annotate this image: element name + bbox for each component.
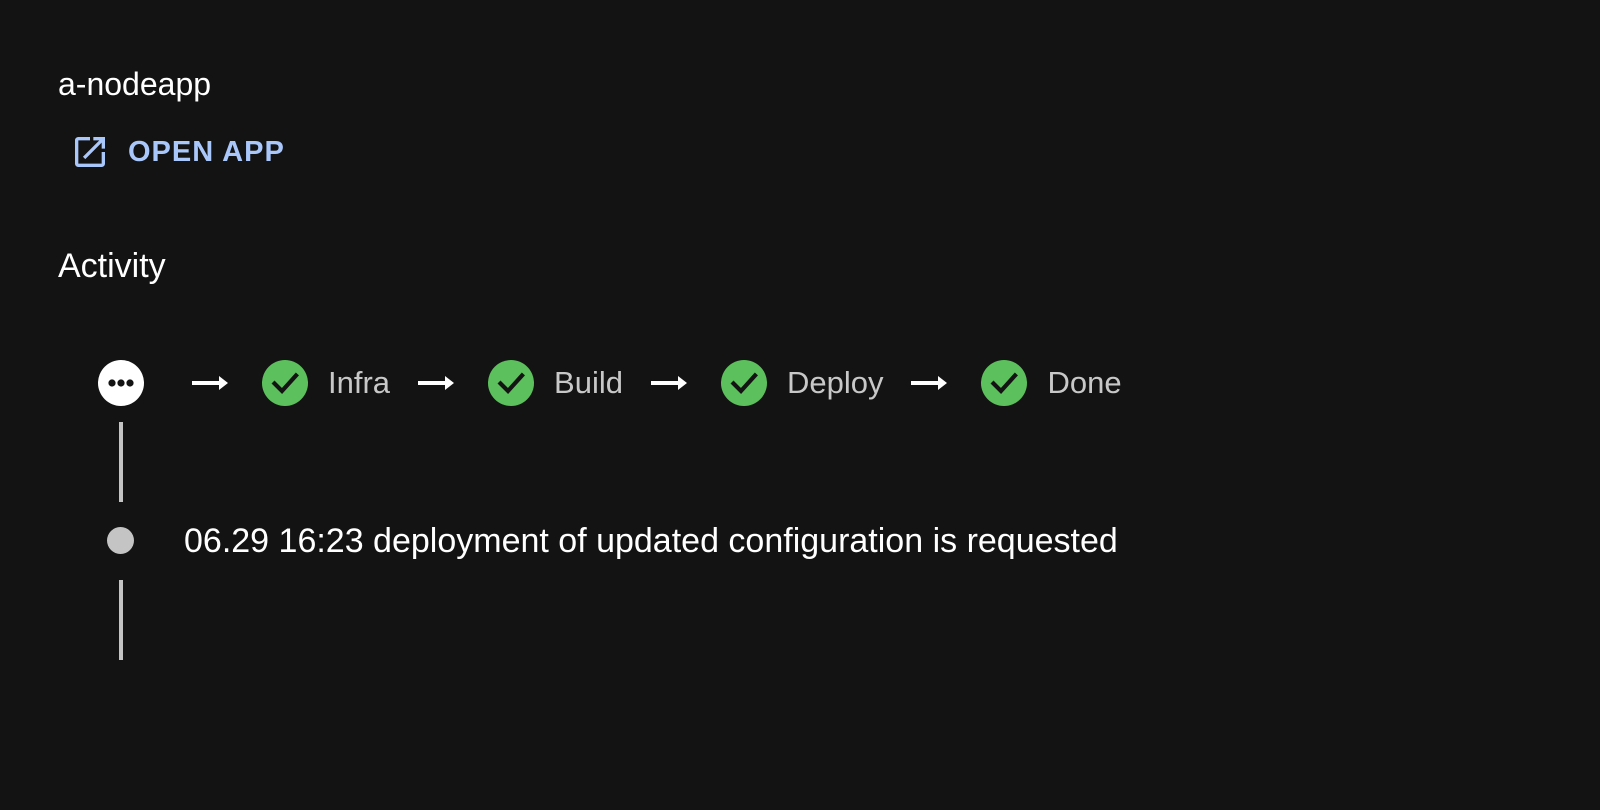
app-title: a-nodeapp xyxy=(58,66,212,102)
pipeline-step-build: Build xyxy=(488,360,623,406)
arrow-right-icon xyxy=(192,376,228,390)
check-circle-icon xyxy=(720,360,767,406)
activity-title: Activity xyxy=(58,247,166,285)
open-app-button[interactable]: OPEN APP xyxy=(62,128,293,176)
timeline-dot xyxy=(107,527,134,554)
pipeline-step-label: Build xyxy=(554,365,623,400)
page: a-nodeapp OPEN APP Activity Infra Build … xyxy=(0,0,1600,810)
arrow-right-icon xyxy=(418,376,455,390)
pipeline-step-infra: Infra xyxy=(262,360,390,406)
pipeline-step-label: Done xyxy=(1047,365,1122,400)
arrow-right-icon xyxy=(650,376,687,390)
check-circle-icon xyxy=(488,360,535,406)
pipeline-step-done: Done xyxy=(981,360,1122,406)
pipeline-step-label: Deploy xyxy=(786,365,884,400)
more-horiz-icon xyxy=(108,379,134,387)
timeline-connector xyxy=(119,422,123,502)
activity-event-text: 06.29 16:23 deployment of updated config… xyxy=(184,522,1118,560)
open-in-new-icon xyxy=(75,137,105,167)
arrow-right-icon xyxy=(911,376,948,390)
pipeline-step-label: Infra xyxy=(328,365,391,400)
timeline-connector xyxy=(119,580,123,660)
check-circle-icon xyxy=(262,360,308,406)
deployment-pipeline: Infra Build Deploy Done xyxy=(190,360,1122,406)
pipeline-step-deploy: Deploy xyxy=(720,360,884,406)
open-app-label: OPEN APP xyxy=(128,135,285,168)
pipeline-status xyxy=(98,360,144,406)
check-circle-icon xyxy=(981,360,1028,406)
